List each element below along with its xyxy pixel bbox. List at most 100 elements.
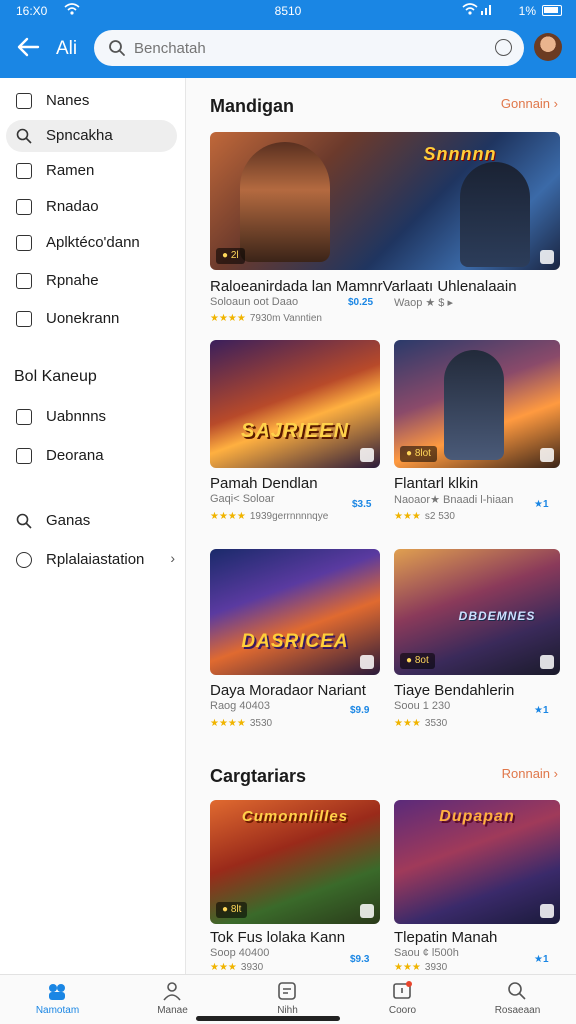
sidebar-item-label: Deorana [46, 447, 104, 464]
section-title: Mandigan [210, 96, 294, 116]
sidebar-item-uonekrann[interactable]: Uonekrann [6, 303, 177, 335]
battery-percent: 1% [518, 4, 536, 18]
save-icon[interactable] [540, 448, 554, 462]
nav-label: Cooro [388, 1005, 417, 1016]
sidebar-item-rplalaiastation[interactable]: Rplalaiastation › [6, 544, 177, 576]
game-price: $9.9 [350, 705, 370, 716]
rating-stars: ★★★★ 1939gerrnnnnqye [210, 511, 329, 522]
edit-icon [16, 273, 32, 289]
back-arrow-icon[interactable] [16, 36, 42, 58]
nav-notifications[interactable]: Cooro [345, 975, 460, 1024]
section-title: Cargtariars [210, 766, 307, 786]
game-title[interactable]: Tlepatin Manah [394, 929, 560, 946]
featured-game-banner[interactable]: Snnnnn ● 2l [210, 132, 560, 270]
sidebar-item-label: Uabnnns [46, 408, 107, 425]
rating-badge: ● 8ot [400, 653, 435, 669]
apps-icon [16, 235, 32, 251]
nav-home[interactable]: Namotam [0, 975, 115, 1024]
search-icon [16, 513, 32, 529]
section-more-link[interactable]: Ronnain › [502, 766, 558, 781]
rating-badge: ● 8lt [216, 902, 248, 918]
game-logo: Dupapan [439, 808, 515, 825]
sidebar-item-nanes[interactable]: Nanes [6, 85, 177, 117]
character-art [240, 142, 330, 262]
game-title[interactable]: Pamah Dendlan [210, 475, 380, 492]
game-title[interactable]: Raloeanirdada lan MamnrVarlaatı Uhlenala… [210, 278, 560, 295]
download-icon [16, 93, 32, 109]
game-logo: Snnnnn [423, 144, 497, 164]
game-price: ★1 [534, 954, 549, 965]
home-icon [47, 981, 67, 1001]
game-logo: DBDEMNES [458, 609, 536, 623]
gear-icon [16, 552, 32, 568]
sidebar-item-spncakha[interactable]: Spncakha [6, 120, 177, 152]
save-icon[interactable] [540, 655, 554, 669]
nav-search[interactable]: Rosaeaan [460, 975, 575, 1024]
section-more-link[interactable]: Gonnain › [501, 96, 558, 111]
search-icon [108, 39, 126, 62]
notification-icon [392, 981, 412, 1001]
game-card-image[interactable]: ● 8lot [394, 340, 560, 468]
game-price: ★1 [534, 705, 549, 716]
sidebar: Nanes Spncakha Ramen Rnadao Aplktéco'dan… [0, 78, 186, 974]
game-card-image[interactable]: Cumonnlilles ● 8lt [210, 800, 380, 924]
search-input[interactable] [134, 36, 474, 60]
game-card-image[interactable]: Dupapan [394, 800, 560, 924]
game-card-image[interactable]: SAJRIEEN [210, 340, 380, 468]
list-icon [16, 163, 32, 179]
save-icon[interactable] [360, 904, 374, 918]
character-art [460, 162, 530, 267]
nav-label: Manae [157, 1005, 188, 1016]
rating-badge: ● 8lot [400, 446, 437, 462]
save-icon[interactable] [360, 448, 374, 462]
sidebar-item-label: Ramen [46, 162, 95, 179]
sidebar-item-label: Rnadao [46, 198, 99, 215]
grid-icon [16, 448, 32, 464]
game-price: $9.3 [350, 954, 370, 965]
sidebar-item-apps[interactable]: Aplktéco'dann [6, 227, 177, 259]
save-icon[interactable] [360, 655, 374, 669]
avatar[interactable] [534, 33, 562, 61]
folder-icon [16, 311, 32, 327]
rating-stars: ★★★ 3930 [210, 962, 264, 973]
sidebar-item-uabnnns[interactable]: Uabnnns [6, 401, 177, 433]
settings-icon [16, 409, 32, 425]
rating-stars: ★★★ s2 530 [394, 511, 455, 522]
game-publisher: Soop 40400 [210, 947, 270, 959]
game-card-image[interactable]: DBDEMNES ● 8ot [394, 549, 560, 675]
game-title[interactable]: Daya Moradaor Nariant [210, 682, 380, 699]
game-publisher: Soou 1 230 [394, 700, 451, 712]
game-extra: Waop ★ $ ▸ [394, 297, 453, 309]
rating-stars: ★★★ 3530 [394, 718, 448, 729]
sidebar-item-rnadao[interactable]: Rnadao [6, 191, 177, 223]
rating-stars: ★★★★ 7930m Vanntien [210, 313, 322, 324]
save-icon[interactable] [540, 250, 554, 264]
sidebar-item-label: Ganas [46, 512, 91, 529]
sidebar-item-rpnahe[interactable]: Rpnahe [6, 265, 177, 297]
sidebar-item-deorana[interactable]: Deorana [6, 440, 177, 472]
game-price: ★1 [534, 499, 549, 510]
chevron-right-icon: › [170, 550, 175, 566]
sidebar-item-ramen[interactable]: Ramen [6, 155, 177, 187]
nav-label: Namotam [35, 1005, 80, 1016]
sidebar-item-ganas[interactable]: Ganas [6, 505, 177, 537]
home-indicator[interactable] [196, 1016, 340, 1021]
save-icon[interactable] [540, 904, 554, 918]
sidebar-item-label: Aplktéco'dann [46, 234, 140, 251]
game-title[interactable]: Flantarl klkin [394, 475, 560, 492]
rating-stars: ★★★★ 3530 [210, 718, 273, 729]
voice-search-icon[interactable] [495, 39, 512, 56]
game-card-image[interactable]: DASRICEA [210, 549, 380, 675]
nav-label: Rosaeaan [494, 1005, 541, 1016]
game-publisher: Raog 40403 [210, 700, 270, 712]
game-title[interactable]: Tok Fus lolaka Kann [210, 929, 380, 946]
rating-badge: ● 2l [216, 248, 245, 264]
search-icon [16, 128, 32, 144]
battery-icon [542, 5, 562, 16]
sidebar-item-label: Rplalaiastation [46, 551, 145, 568]
sidebar-item-label: Spncakha [46, 127, 113, 144]
rating-stars: ★★★ 3930 [394, 962, 448, 973]
game-title[interactable]: Tiaye Bendahlerin [394, 682, 560, 699]
search-bar[interactable] [94, 30, 524, 66]
game-logo: Cumonnlilles [241, 808, 349, 825]
